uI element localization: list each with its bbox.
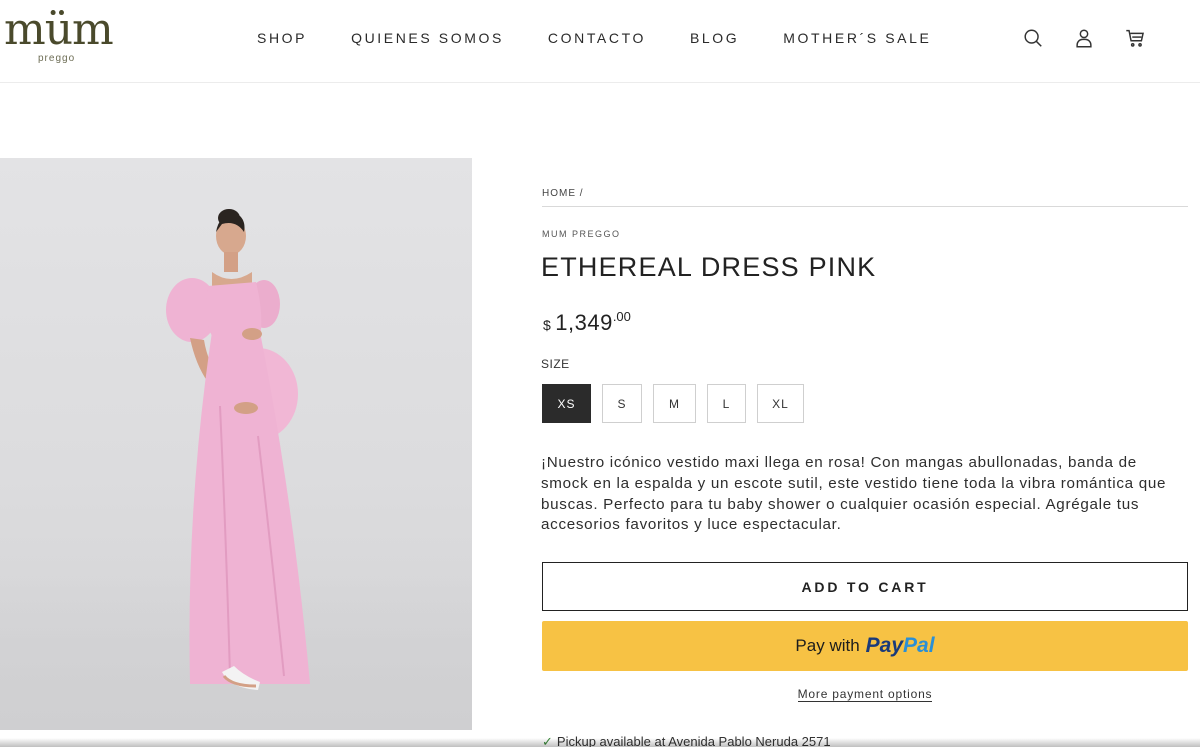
model-figure bbox=[166, 209, 310, 690]
size-label: SIZE bbox=[541, 357, 570, 371]
more-payment-link[interactable]: More payment options bbox=[797, 687, 933, 702]
product-description: ¡Nuestro icónico vestido maxi llega en r… bbox=[541, 454, 1167, 534]
product-price: $ 1,349.00 bbox=[543, 309, 631, 336]
paypal-logo-pay: Pay bbox=[865, 634, 904, 657]
nav-contacto[interactable]: CONTACTO bbox=[548, 30, 646, 46]
paypal-button[interactable]: Pay with Pay Pal bbox=[542, 621, 1188, 671]
main-nav: SHOP QUIENES SOMOS CONTACTO BLOG MOTHER´… bbox=[257, 30, 975, 46]
size-option-xl[interactable]: XL bbox=[757, 384, 804, 423]
price-currency: $ bbox=[543, 317, 551, 333]
price-amount: 1,349 bbox=[555, 310, 613, 335]
product-vendor: MUM PREGGO bbox=[542, 229, 621, 239]
nav-shop[interactable]: SHOP bbox=[257, 30, 307, 46]
account-icon[interactable] bbox=[1072, 26, 1096, 50]
logo-wordmark: müm bbox=[4, 4, 114, 55]
product-image[interactable] bbox=[0, 158, 472, 730]
nav-mothers-sale[interactable]: MOTHER´S SALE bbox=[783, 30, 931, 46]
paypal-prefix: Pay with bbox=[795, 636, 860, 655]
size-option-xs[interactable]: XS bbox=[542, 384, 591, 423]
paypal-logo-pal: Pal bbox=[903, 634, 935, 657]
size-option-m[interactable]: M bbox=[653, 384, 696, 423]
site-header: müm preggo SHOP QUIENES SOMOS CONTACTO B… bbox=[0, 0, 1200, 83]
size-option-s[interactable]: S bbox=[602, 384, 642, 423]
search-icon[interactable] bbox=[1021, 26, 1045, 50]
price-cents: .00 bbox=[612, 309, 631, 324]
add-to-cart-button[interactable]: ADD TO CART bbox=[542, 562, 1188, 611]
product-title: ETHEREAL DRESS PINK bbox=[541, 252, 877, 282]
nav-blog[interactable]: BLOG bbox=[690, 30, 739, 46]
size-options: XS S M L XL bbox=[542, 384, 815, 423]
header-icons bbox=[1021, 26, 1174, 50]
more-payment-options: More payment options bbox=[542, 687, 1188, 702]
breadcrumb[interactable]: HOME / bbox=[542, 188, 1188, 207]
logo-subtitle: preggo bbox=[38, 53, 76, 64]
brand-logo[interactable]: müm preggo bbox=[4, 8, 114, 68]
bottom-shadow bbox=[0, 738, 1200, 747]
size-option-l[interactable]: L bbox=[707, 384, 746, 423]
cart-icon[interactable] bbox=[1123, 26, 1147, 50]
nav-quienes-somos[interactable]: QUIENES SOMOS bbox=[351, 30, 504, 46]
